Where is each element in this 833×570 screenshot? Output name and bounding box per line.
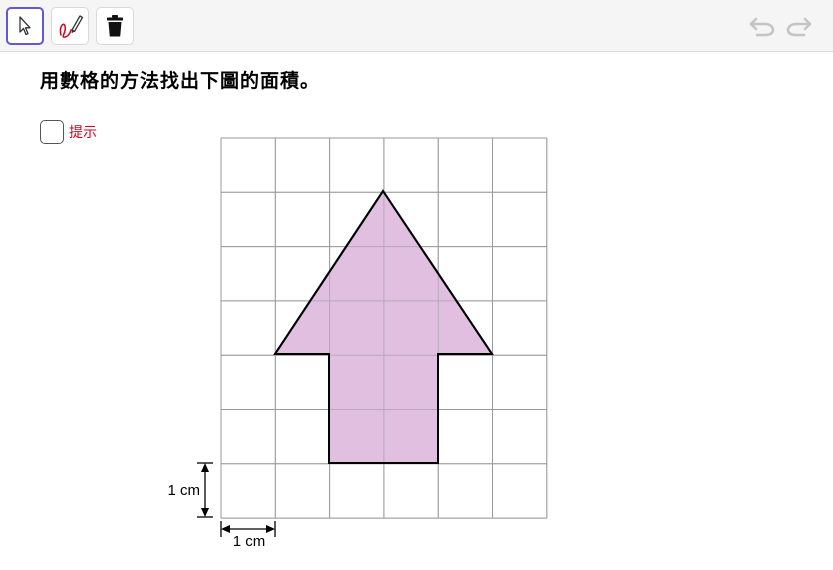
horizontal-dimension: 1 cm <box>220 521 276 550</box>
horizontal-unit-label: 1 cm <box>233 533 266 550</box>
grid-overlay <box>220 137 548 519</box>
figure-canvas: 1 cm 1 cm <box>167 137 548 550</box>
vertical-dimension: 1 cm <box>167 462 213 518</box>
vertical-unit-label: 1 cm <box>167 482 200 499</box>
